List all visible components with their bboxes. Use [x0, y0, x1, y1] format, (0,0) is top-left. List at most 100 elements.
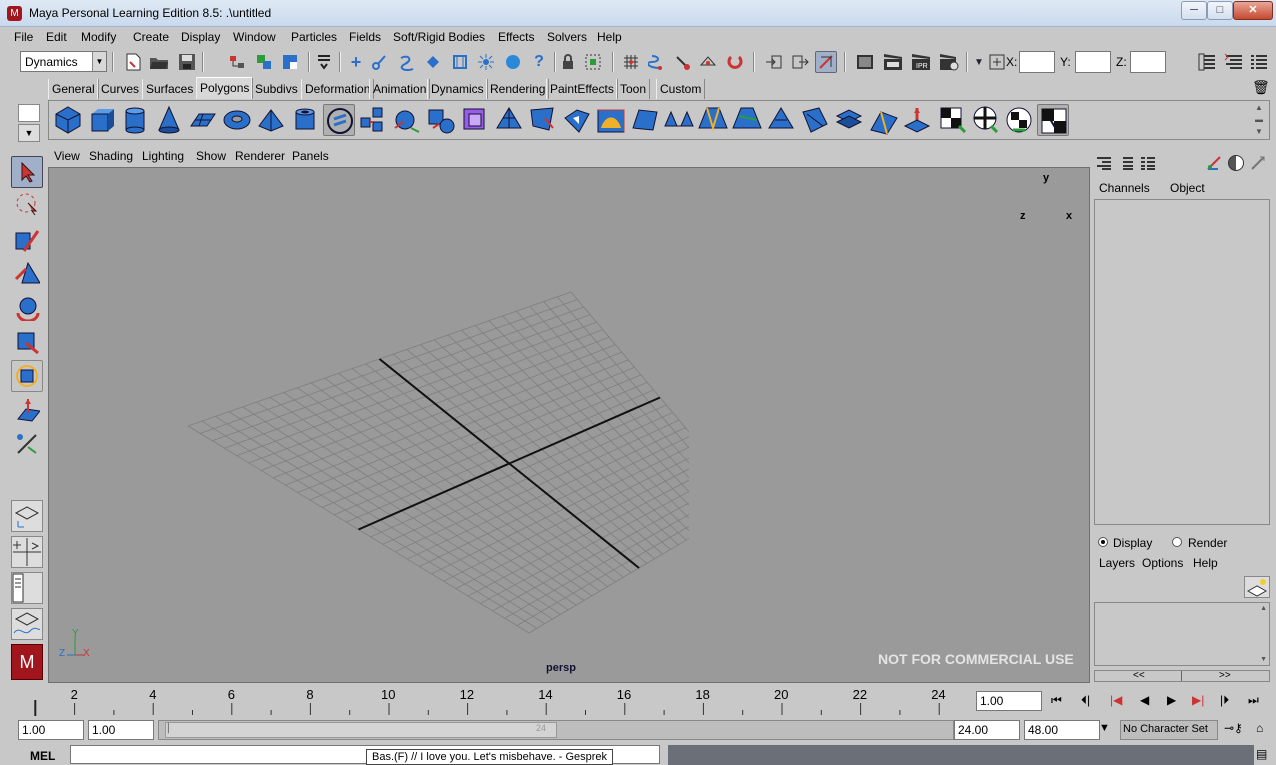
- shelf-tab-toon[interactable]: Toon: [616, 79, 651, 99]
- render-settings-icon[interactable]: [938, 51, 960, 73]
- input-connections-icon[interactable]: [763, 51, 785, 73]
- fill-hole-icon[interactable]: [561, 104, 593, 136]
- offset-edge-loop-icon[interactable]: [799, 104, 831, 136]
- show-attribute-editor-icon[interactable]: [1196, 51, 1218, 73]
- step-forward-key-icon[interactable]: ▶|: [1192, 693, 1204, 707]
- poly-plane-icon[interactable]: [187, 104, 219, 136]
- go-to-start-icon[interactable]: ⏮: [1051, 693, 1062, 708]
- single-view-layout-icon[interactable]: [11, 500, 43, 532]
- snap-to-view-planes-icon[interactable]: [697, 51, 719, 73]
- select-by-object-type-icon[interactable]: [253, 51, 275, 73]
- smooth-icon[interactable]: [493, 104, 525, 136]
- perspective-viewport[interactable]: y z x Y Z X persp NOT FOR COMMERCIAL USE: [48, 167, 1090, 683]
- shelf-menu-arrow-icon[interactable]: ▼: [18, 124, 40, 142]
- minimize-button[interactable]: ─: [1181, 1, 1207, 20]
- select-tool-icon[interactable]: [11, 156, 43, 188]
- select-surfaces-icon[interactable]: [422, 51, 444, 73]
- maximize-button[interactable]: □: [1207, 1, 1233, 20]
- display-radio[interactable]: [1098, 537, 1108, 547]
- create-layer-icon[interactable]: [1244, 576, 1270, 598]
- append-to-polygon-icon[interactable]: [697, 104, 729, 136]
- menu-edit[interactable]: Edit: [46, 30, 67, 44]
- snap-to-points-icon[interactable]: [671, 51, 693, 73]
- render-view-icon[interactable]: [854, 51, 876, 73]
- select-rendering-icon[interactable]: [502, 51, 524, 73]
- range-slider[interactable]: ▏ 24: [158, 720, 954, 740]
- show-manipulator-icon[interactable]: [11, 394, 43, 426]
- spherical-mapping-icon[interactable]: [1003, 104, 1035, 136]
- poke-face-icon[interactable]: [867, 104, 899, 136]
- playback-start-field[interactable]: [88, 720, 154, 740]
- panel-menu-renderer[interactable]: Renderer: [235, 149, 285, 163]
- script-language-label[interactable]: MEL: [30, 749, 55, 763]
- new-scene-icon[interactable]: [122, 51, 144, 73]
- construction-history-icon[interactable]: [815, 51, 837, 73]
- bridge-icon[interactable]: [663, 104, 695, 136]
- show-tool-settings-icon[interactable]: [1223, 51, 1245, 73]
- menu-file[interactable]: File: [14, 30, 33, 44]
- four-view-layout-icon[interactable]: [11, 536, 43, 568]
- cylindrical-mapping-icon[interactable]: [969, 104, 1001, 136]
- scale-tool-icon[interactable]: [11, 326, 43, 358]
- highlight-selection-icon[interactable]: [582, 51, 604, 73]
- sculpt-geometry-icon[interactable]: [595, 104, 627, 136]
- poly-helix-icon[interactable]: [323, 104, 355, 136]
- maya-app-icon[interactable]: M: [7, 6, 22, 21]
- shelf-tab-rendering[interactable]: Rendering: [486, 79, 550, 99]
- y-input[interactable]: [1075, 51, 1111, 73]
- range-slider-handle[interactable]: ▏ 24: [165, 722, 557, 738]
- select-by-hierarchy-icon[interactable]: [226, 51, 248, 73]
- x-input[interactable]: [1019, 51, 1055, 73]
- select-deformations-icon[interactable]: [449, 51, 471, 73]
- mask-menu-icon[interactable]: [313, 51, 335, 73]
- menu-fields[interactable]: Fields: [349, 30, 381, 44]
- go-to-end-icon[interactable]: ⏭: [1248, 693, 1259, 708]
- select-by-component-icon[interactable]: [279, 51, 301, 73]
- menu-soft-rigid-bodies[interactable]: Soft/Rigid Bodies: [393, 30, 485, 44]
- absolute-transform-icon[interactable]: [986, 51, 1008, 73]
- shelf-tab-subdivs[interactable]: Subdivs: [251, 79, 302, 99]
- paint-selection-tool-icon[interactable]: [11, 224, 43, 256]
- shelf-tab-dynamics[interactable]: Dynamics: [427, 79, 488, 99]
- shelf-tab-polygons[interactable]: Polygons: [196, 77, 254, 99]
- lock-selection-icon[interactable]: [557, 51, 579, 73]
- planar-mapping-icon[interactable]: [935, 104, 967, 136]
- scroll-left-button[interactable]: <<: [1133, 670, 1145, 681]
- pin-icon[interactable]: [1250, 155, 1268, 171]
- shelf-tab-surfaces[interactable]: Surfaces: [142, 79, 198, 99]
- select-joints-icon[interactable]: [369, 51, 391, 73]
- shelf-tab-animation[interactable]: Animation: [369, 79, 431, 99]
- graph-editor-layout-icon[interactable]: [11, 608, 43, 640]
- layer-list[interactable]: ▲ ▼: [1094, 602, 1270, 666]
- outliner-layout-icon[interactable]: [11, 572, 43, 604]
- display-mode-icon[interactable]: [1228, 155, 1244, 171]
- options-menu[interactable]: Options: [1142, 556, 1183, 570]
- shelf-tab-general[interactable]: General: [48, 79, 99, 99]
- mirror-geometry-icon[interactable]: [629, 104, 661, 136]
- select-handles-icon[interactable]: +: [345, 51, 367, 73]
- z-input[interactable]: [1130, 51, 1166, 73]
- animation-preferences-icon[interactable]: ⌂: [1256, 721, 1263, 735]
- menu-particles[interactable]: Particles: [291, 30, 337, 44]
- automatic-mapping-icon[interactable]: [1037, 104, 1069, 136]
- ipr-render-icon[interactable]: IPR: [910, 51, 932, 73]
- poly-cube-icon[interactable]: [86, 104, 118, 136]
- menu-window[interactable]: Window: [233, 30, 276, 44]
- scroll-right-button[interactable]: >>: [1219, 670, 1231, 681]
- combine-icon[interactable]: [357, 104, 389, 136]
- playback-end-field[interactable]: [954, 720, 1020, 740]
- animation-start-field[interactable]: [18, 720, 84, 740]
- average-vertices-icon[interactable]: [527, 104, 559, 136]
- select-misc-icon[interactable]: ?: [528, 51, 550, 73]
- poly-prism-icon[interactable]: [255, 104, 287, 136]
- universal-manipulator-icon[interactable]: [11, 360, 43, 392]
- split-polygon-icon[interactable]: [731, 104, 763, 136]
- panel-menu-panels[interactable]: Panels: [292, 149, 329, 163]
- layer-scrollbar[interactable]: << >>: [1094, 670, 1270, 682]
- extrude-icon[interactable]: [833, 104, 865, 136]
- select-dynamics-icon[interactable]: [475, 51, 497, 73]
- shelf-tab-painteffects[interactable]: PaintEffects: [546, 79, 618, 99]
- trash-icon[interactable]: 🗑: [1252, 79, 1270, 96]
- render-radio[interactable]: [1172, 537, 1182, 547]
- shelf-tab-toggle-icon[interactable]: [18, 104, 40, 122]
